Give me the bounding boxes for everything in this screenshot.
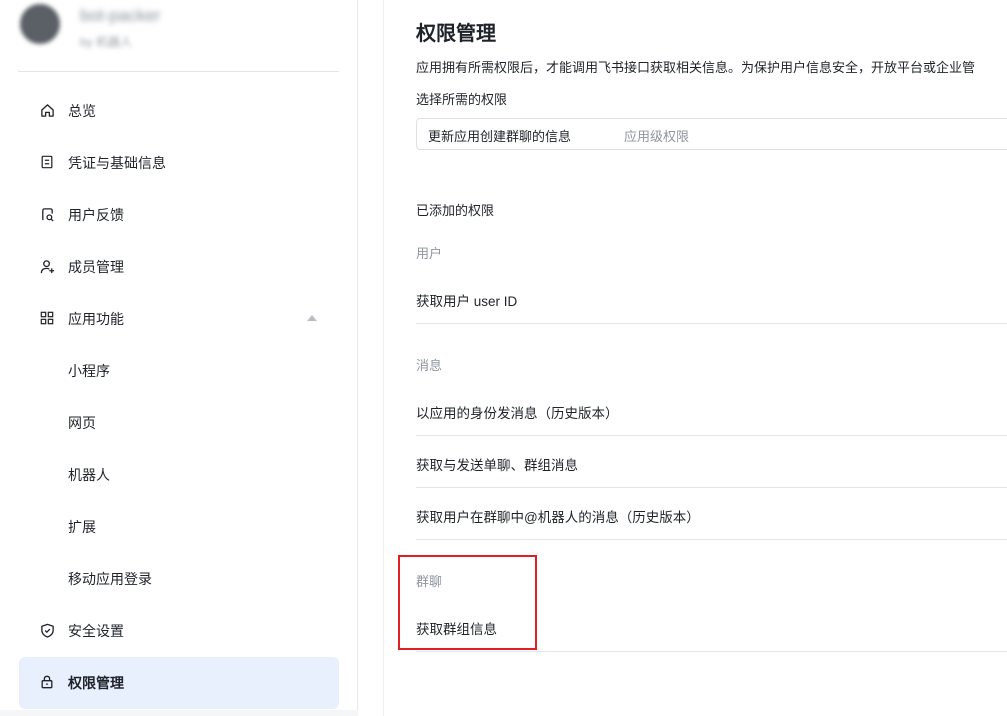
id-card-icon [38,153,56,171]
sidebar-item-label: 凭证与基础信息 [68,155,166,171]
permission-row[interactable]: 获取用户 user ID [416,272,1007,324]
sidebar-item-mobile-login[interactable]: 移动应用登录 [19,553,339,605]
grid-icon [38,309,56,327]
sidebar-item-label: 小程序 [68,363,110,379]
app-logo [20,4,60,44]
sidebar-item-security[interactable]: 安全设置 [19,605,339,657]
annotation-highlight-box [398,555,537,650]
permission-select-hint: 应用级权限 [624,129,690,144]
sidebar-item-label: 权限管理 [68,675,124,691]
main-content: 权限管理 应用拥有所需权限后，才能调用飞书接口获取相关信息。为保护用户信息安全，… [383,0,1007,716]
sidebar-item-app-features[interactable]: 应用功能 [19,293,339,345]
sidebar-item-label: 总览 [68,103,96,119]
permission-select[interactable]: 更新应用创建群聊的信息 应用级权限 [416,118,1007,150]
shield-icon [38,621,56,639]
app-name: bot-packer [80,6,161,25]
sidebar-item-label: 成员管理 [68,259,124,275]
permission-name: 获取与发送单聊、群组消息 [416,458,578,473]
sidebar-item-web[interactable]: 网页 [19,397,339,449]
sidebar-item-mini-program[interactable]: 小程序 [19,345,339,397]
permission-row[interactable]: 获取与发送单聊、群组消息 [416,436,1007,488]
sidebar-footer-divider [0,710,358,716]
select-permission-label: 选择所需的权限 [416,92,508,107]
sidebar-item-label: 移动应用登录 [68,571,152,587]
sidebar-item-label: 应用功能 [68,311,124,327]
permission-row[interactable]: 获取用户在群聊中@机器人的消息（历史版本） [416,488,1007,540]
user-add-icon [38,257,56,275]
group-label-message: 消息 [416,358,443,373]
sidebar-item-feedback[interactable]: 用户反馈 [19,189,339,241]
sidebar-item-permissions[interactable]: 权限管理 [19,657,339,709]
permission-select-value: 更新应用创建群聊的信息 [428,129,572,144]
home-icon [38,101,56,119]
permission-name: 获取用户 user ID [416,294,518,309]
sidebar-item-label: 扩展 [68,519,96,535]
app-subtitle: by 机器人 [80,35,133,49]
chevron-up-icon[interactable] [307,315,317,321]
permission-row[interactable]: 以应用的身份发消息（历史版本） [416,384,1007,436]
sidebar: bot-packer by 机器人 总览 凭证与基础信息 用户反馈 成员管理 应… [0,0,358,716]
sidebar-item-members[interactable]: 成员管理 [19,241,339,293]
app-header: bot-packer by 机器人 [18,0,339,72]
sidebar-item-label: 网页 [68,415,96,431]
sidebar-item-credentials[interactable]: 凭证与基础信息 [19,137,339,189]
feedback-icon [38,205,56,223]
sidebar-item-extension[interactable]: 扩展 [19,501,339,553]
page-title: 权限管理 [416,23,496,45]
sidebar-item-label: 安全设置 [68,623,124,639]
permission-name: 以应用的身份发消息（历史版本） [416,406,619,421]
sidebar-item-label: 用户反馈 [68,207,124,223]
sidebar-item-label: 机器人 [68,467,110,483]
sidebar-item-bot[interactable]: 机器人 [19,449,339,501]
lock-icon [38,673,56,691]
page-description: 应用拥有所需权限后，才能调用飞书接口获取相关信息。为保护用户信息安全，开放平台或… [416,60,976,75]
sidebar-item-overview[interactable]: 总览 [19,85,339,137]
group-label-user: 用户 [416,246,443,261]
added-permissions-label: 已添加的权限 [416,203,495,218]
permission-name: 获取用户在群聊中@机器人的消息（历史版本） [416,510,700,525]
